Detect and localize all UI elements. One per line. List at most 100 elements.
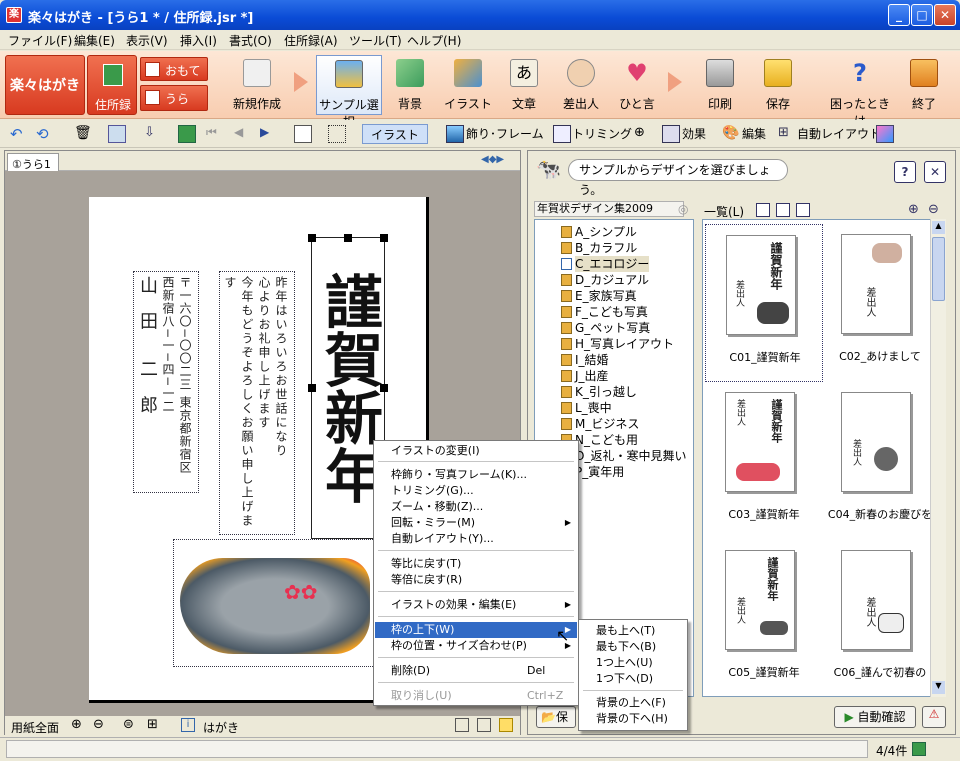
ox-illust-frame[interactable]: ✿✿ xyxy=(173,539,379,667)
tree-item[interactable]: I_結婚 xyxy=(561,352,609,368)
submenu-below-bg[interactable]: 背景の下へ(H) xyxy=(580,711,686,727)
tab-scroll-icon[interactable]: ◀◆▶ xyxy=(481,154,504,165)
print-button[interactable]: 印刷 xyxy=(696,55,744,115)
thumb-zoom-in-icon[interactable]: ⊕ xyxy=(908,202,919,217)
menu-change-illust[interactable]: イラストの変更(I) xyxy=(375,443,577,459)
view-large-icon[interactable] xyxy=(756,203,770,217)
thumb-c01[interactable]: 謹賀新年 差出人 C01_謹賀新年 xyxy=(705,224,823,382)
design-set-select[interactable]: 年賀状デザイン集2009 xyxy=(534,201,684,217)
thumb-c04[interactable]: 差出人 C04_新春のお慶びを xyxy=(821,382,939,540)
download-icon[interactable]: ⇩ xyxy=(144,125,162,143)
message-button[interactable]: ♥ ひと言 xyxy=(614,55,660,115)
view-small-icon[interactable] xyxy=(796,203,810,217)
redo-icon[interactable]: ⟲ xyxy=(36,125,54,143)
sender-button[interactable]: 差出人 xyxy=(556,55,606,115)
panel-close-icon[interactable]: ✕ xyxy=(924,161,946,183)
menu-frame-order[interactable]: 枠の上下(W) xyxy=(375,622,577,638)
tree-item[interactable]: G_ペット写真 xyxy=(561,320,650,336)
menu-trim[interactable]: トリミング(G)... xyxy=(375,483,577,499)
thumb-c02[interactable]: 差出人 C02_あけまして xyxy=(821,224,939,382)
thumb-c05[interactable]: 謹賀新年 差出人 C05_謹賀新年 xyxy=(705,540,823,698)
edit-button[interactable]: 編集 xyxy=(742,124,766,144)
address-book-button[interactable]: 住所録 xyxy=(87,55,137,115)
tree-item[interactable]: E_家族写真 xyxy=(561,288,637,304)
next-page-icon[interactable]: ▶ xyxy=(260,125,278,143)
sample-select-button[interactable]: サンプル選択 xyxy=(316,55,382,129)
scroll-thumb[interactable] xyxy=(932,237,945,301)
maximize-button[interactable]: □ xyxy=(911,4,933,26)
save-design-button[interactable]: 📂保 xyxy=(536,706,576,728)
address-block[interactable]: 〒一六〇−〇〇二三 東京都新宿区西新宿八−一−四−一二 山 田 二 郎 xyxy=(133,271,199,493)
submenu-bring-forward[interactable]: 1つ上へ(U) xyxy=(580,655,686,671)
tree-item[interactable]: H_写真レイアウト xyxy=(561,336,674,352)
menu-auto-layout[interactable]: 自動レイアウト(Y)... xyxy=(375,531,577,547)
submenu-send-back[interactable]: 最も下へ(B) xyxy=(580,639,686,655)
effect-button[interactable]: 効果 xyxy=(682,124,706,144)
tree-item[interactable]: L_喪中 xyxy=(561,400,612,416)
save-button[interactable]: 保存 xyxy=(756,55,800,115)
help-button[interactable]: ?困ったときは xyxy=(826,55,894,128)
info-icon[interactable]: i xyxy=(181,718,195,732)
menu-reset-scale[interactable]: 等倍に戻す(R) xyxy=(375,572,577,588)
close-button[interactable]: ✕ xyxy=(934,4,956,26)
page-icon[interactable] xyxy=(178,125,196,143)
exit-button[interactable]: 終了 xyxy=(902,55,946,115)
minimize-button[interactable]: _ xyxy=(888,4,910,26)
tree-item[interactable]: D_カジュアル xyxy=(561,272,649,288)
first-page-icon[interactable]: ⏮ xyxy=(206,125,224,143)
set-dropdown-icon[interactable]: ◎ xyxy=(678,202,688,216)
help-icon[interactable]: ? xyxy=(894,161,916,183)
message-block[interactable]: 昨年はいろいろお世話になり 心よりお礼申し上げます 今年もどうぞよろしくお願い申… xyxy=(219,271,295,535)
zoom-plus-icon[interactable]: ⊕ xyxy=(634,125,652,143)
prev-page-icon[interactable]: ◀ xyxy=(234,125,252,143)
page-view-icon[interactable] xyxy=(455,718,469,732)
menu-address[interactable]: 住所録(A) xyxy=(284,32,338,49)
auto-check-button[interactable]: ▶ 自動確認 xyxy=(834,706,916,728)
zoom-box-icon[interactable] xyxy=(108,125,126,143)
tree-item[interactable]: M_ビジネス xyxy=(561,416,639,432)
menu-delete[interactable]: 削除(D) Del xyxy=(375,663,577,679)
submenu-above-bg[interactable]: 背景の上へ(F) xyxy=(580,695,686,711)
zoom-in-icon[interactable]: ⊕ xyxy=(71,717,82,732)
tree-item[interactable]: P_寅年用 xyxy=(561,464,624,480)
trim-button[interactable]: トリミング xyxy=(572,124,632,144)
menu-reset-ratio[interactable]: 等比に戻す(T) xyxy=(375,556,577,572)
tree-item[interactable]: O_返礼・寒中見舞い xyxy=(561,448,686,464)
illust-button[interactable]: イラスト xyxy=(440,55,496,115)
new-button[interactable]: 新規作成 xyxy=(222,55,292,115)
background-button[interactable]: 背景 xyxy=(388,55,432,115)
thumb-zoom-out-icon[interactable]: ⊖ xyxy=(928,202,939,217)
resize-handle[interactable] xyxy=(344,234,352,242)
copy-page-icon[interactable] xyxy=(477,718,491,732)
tree-item-selected[interactable]: C_エコロジー xyxy=(561,256,650,272)
view-medium-icon[interactable] xyxy=(776,203,790,217)
thumb-scrollbar[interactable]: ▲ ▼ xyxy=(930,219,946,697)
fit-icon[interactable]: ⊞ xyxy=(147,717,158,732)
scroll-up-icon[interactable]: ▲ xyxy=(932,221,945,234)
resize-handle[interactable] xyxy=(308,234,316,242)
warning-icon[interactable]: ⚠ xyxy=(922,706,946,728)
text-button[interactable]: あ文章 xyxy=(502,55,546,115)
print-preview-icon[interactable]: ⊜ xyxy=(123,717,134,732)
menu-rotate[interactable]: 回転・ミラー(M) xyxy=(375,515,577,531)
menu-edit[interactable]: 編集(E) xyxy=(74,32,115,49)
zoom-out-icon[interactable]: ⊖ xyxy=(93,717,104,732)
menu-help[interactable]: ヘルプ(H) xyxy=(407,32,461,49)
menu-frame-align[interactable]: 枠の位置・サイズ合わせ(P) xyxy=(375,638,577,654)
menu-tools[interactable]: ツール(T) xyxy=(349,32,402,49)
tree-item[interactable]: B_カラフル xyxy=(561,240,637,256)
submenu-send-backward[interactable]: 1つ下へ(D) xyxy=(580,671,686,687)
tree-item[interactable]: A_シンプル xyxy=(561,224,637,240)
resize-handle[interactable] xyxy=(380,384,388,392)
tree-item[interactable]: K_引っ越し xyxy=(561,384,637,400)
resize-handle[interactable] xyxy=(308,384,316,392)
menu-view[interactable]: 表示(V) xyxy=(126,32,168,49)
thumb-c03[interactable]: 謹賀新年 差出人 C03_謹賀新年 xyxy=(705,382,823,540)
menu-insert[interactable]: 挿入(I) xyxy=(180,32,217,49)
zoom-fit-label[interactable]: 用紙全面 xyxy=(11,719,59,736)
scroll-down-icon[interactable]: ▼ xyxy=(932,681,945,694)
tree-item[interactable]: J_出産 xyxy=(561,368,609,384)
tree-item[interactable]: F_こども写真 xyxy=(561,304,648,320)
grid-icon[interactable] xyxy=(294,125,312,143)
menu-file[interactable]: ファイル(F) xyxy=(8,32,72,49)
